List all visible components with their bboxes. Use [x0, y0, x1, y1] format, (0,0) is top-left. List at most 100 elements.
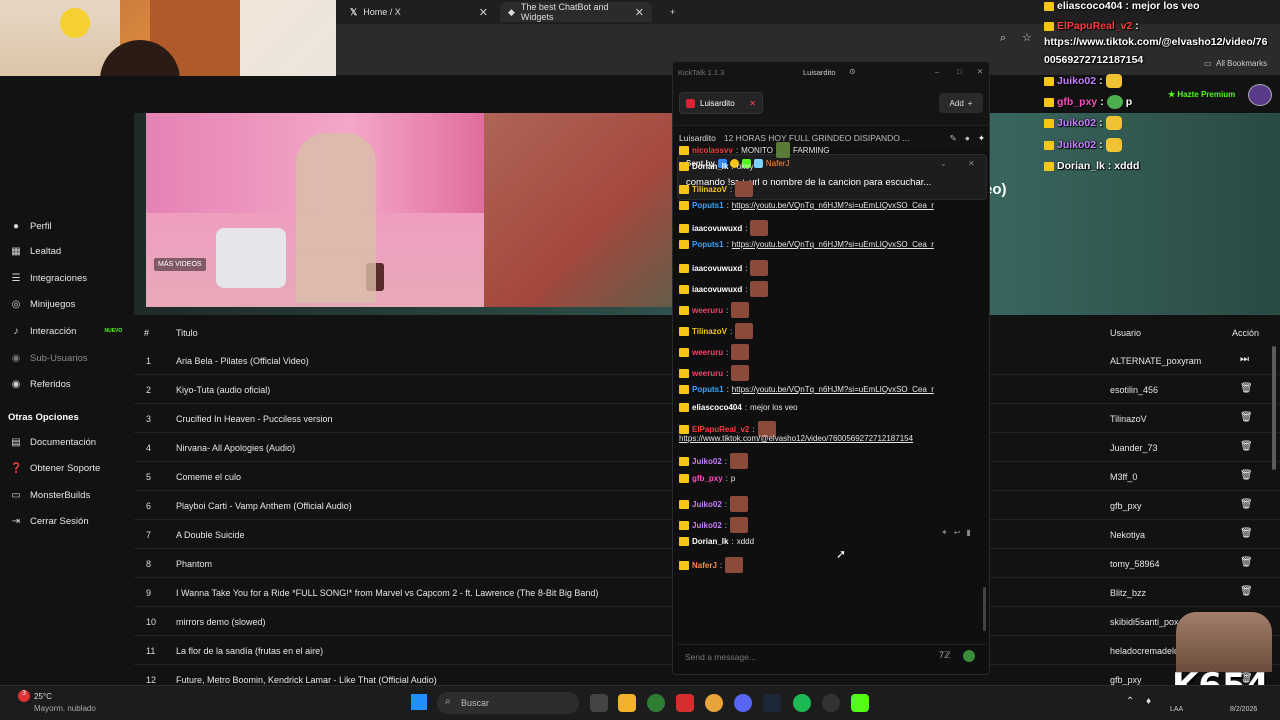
skip-icon[interactable]: ⏭ [1240, 354, 1249, 365]
delete-icon[interactable]: 🗑 [1240, 412, 1253, 423]
chat-message[interactable]: weeruru: [679, 302, 750, 318]
tab-chatbot[interactable]: ◆ The best ChatBot and Widgets ✕ [500, 2, 652, 22]
delete-icon[interactable]: 🗑 [1240, 586, 1253, 597]
spotify-icon[interactable] [793, 694, 811, 712]
delete-icon[interactable]: 🗑 [1240, 470, 1253, 481]
avatar[interactable] [1248, 84, 1272, 106]
close-tab-icon[interactable]: ✕ [749, 99, 756, 108]
zoom-icon[interactable]: ⌕ [1000, 32, 1006, 45]
chat-link[interactable]: https://youtu.be/VQnTq_n6HJM?si=uEmLIQvx… [732, 385, 934, 394]
close-tab-icon[interactable]: ✕ [479, 6, 488, 19]
chat-username[interactable]: TilinazoV [692, 185, 727, 194]
chat-input[interactable]: Send a message... 7ℤ [677, 644, 987, 668]
chat-message[interactable]: iaacovuwuxd: [679, 281, 769, 297]
kick-icon[interactable] [851, 694, 869, 712]
hazte-premium-link[interactable]: ★ Hazte Premium [1168, 90, 1235, 99]
chat-scrollbar[interactable] [983, 587, 986, 631]
chat-username[interactable]: weeruru [692, 348, 723, 357]
delete-icon[interactable]: 🗑 [1240, 499, 1253, 510]
sidebar-item-cerrar-sesion[interactable]: ⇥ Cerrar Sesión [10, 512, 89, 530]
task-view-icon[interactable] [590, 694, 608, 712]
sidebar-item-referidos[interactable]: ◉ Referidos [10, 375, 71, 393]
unpin-icon[interactable]: ✕ [968, 159, 975, 168]
maximize-icon[interactable]: □ [957, 67, 962, 76]
sidebar-item-interaccion[interactable]: ♪ Interacción NUEVO [10, 322, 123, 340]
file-explorer-icon[interactable] [618, 694, 636, 712]
chat-username[interactable]: nicolassvv [692, 146, 733, 155]
close-icon[interactable]: ✕ [977, 67, 983, 76]
obs-icon[interactable] [822, 694, 840, 712]
close-tab-icon[interactable]: ✕ [635, 6, 644, 19]
chat-message[interactable]: Poputs1: https://youtu.be/VQnTq_n6HJM?si=… [679, 201, 934, 210]
chat-username[interactable]: iaacovuwuxd [692, 264, 742, 273]
chat-tab-luisardito[interactable]: Luisardito ✕ [679, 92, 763, 114]
chat-username[interactable]: Juiko02 [692, 500, 722, 509]
tray-chevron-icon[interactable]: ⌃ [1126, 696, 1134, 707]
more-videos-label[interactable]: MÁS VIDEOS [154, 258, 206, 271]
sidebar-item-soporte[interactable]: ❓ Obtener Soporte [10, 459, 100, 477]
chat-message[interactable]: Juiko02: [679, 496, 749, 512]
steam-icon[interactable] [763, 694, 781, 712]
video-player[interactable] [146, 113, 484, 307]
delete-icon[interactable]: 🗑 [1240, 441, 1253, 452]
chat-username[interactable]: Dorian_lk [692, 537, 728, 546]
sidebar-item-monsterbuilds[interactable]: ▭ MonsterBuilds [10, 486, 90, 504]
minimize-icon[interactable]: – [935, 67, 939, 76]
chat-username[interactable]: Poputs1 [692, 240, 724, 249]
weather-temp[interactable]: 25°C [34, 692, 52, 701]
chat-message[interactable]: eliascoco404: mejor los veo [679, 403, 798, 412]
chat-username[interactable]: iaacovuwuxd [692, 224, 742, 233]
chat-username[interactable]: NaferJ [692, 561, 717, 570]
chrome-icon[interactable] [705, 694, 723, 712]
sidebar-item-integraciones[interactable]: ☰ Integraciones [10, 269, 88, 287]
sidebar-item-sub-usuarios[interactable]: ◉ Sub-Usuarios [10, 349, 88, 367]
chat-message[interactable]: Poputs1: https://youtu.be/VQnTq_n6HJM?si=… [679, 240, 934, 249]
pin-icon[interactable]: ✦ [941, 528, 948, 537]
language-indicator[interactable]: LAA [1170, 706, 1183, 713]
chat-link[interactable]: https://youtu.be/VQnTq_n6HJM?si=uEmLIQvx… [732, 240, 934, 249]
taskbar-search[interactable]: ⌕ Buscar [437, 692, 579, 714]
add-chat-button[interactable]: Add + [939, 93, 983, 113]
chat-username[interactable]: weeruru [692, 306, 723, 315]
edit-icon[interactable]: ✎ [950, 133, 957, 144]
emoji-picker-icon[interactable] [963, 650, 975, 662]
sidebar-item-perfil[interactable]: ● Perfil [10, 217, 52, 235]
table-scrollbar[interactable] [1272, 346, 1276, 470]
delete-icon[interactable]: 🗑 [1240, 557, 1253, 568]
app-icon[interactable] [676, 694, 694, 712]
date-display[interactable]: 8/2/2026 [1230, 706, 1257, 713]
chat-message[interactable]: TilinazoV: [679, 323, 754, 339]
chat-username[interactable]: eliascoco404 [692, 403, 742, 412]
delete-icon[interactable]: ▮ [966, 528, 970, 537]
chat-username[interactable]: Poputs1 [692, 385, 724, 394]
chat-link[interactable]: https://www.tiktok.com/@elvasho12/video/… [679, 434, 913, 443]
chat-username[interactable]: Juiko02 [692, 457, 722, 466]
chat-username[interactable]: Dorian_lk [692, 162, 728, 171]
chat-username[interactable]: ElPapuReal_v2 [692, 425, 749, 434]
chat-username[interactable]: gfb_pxy [692, 474, 723, 483]
chat-message[interactable]: Dorian_lk: okey [679, 162, 754, 171]
chat-message[interactable]: Dorian_lk: xddd [679, 537, 754, 546]
chat-message[interactable]: NaferJ: [679, 557, 744, 573]
user-icon[interactable]: ● [965, 133, 970, 143]
delete-icon[interactable]: 🗑 [1240, 383, 1253, 394]
mic-icon[interactable]: ♦ [1146, 696, 1151, 707]
chat-message[interactable]: nicolassvv: MONITO FARMING [679, 142, 829, 158]
chat-link[interactable]: https://youtu.be/VQnTq_n6HJM?si=uEmLIQvx… [732, 201, 934, 210]
pin-icon[interactable]: ✦ [978, 133, 985, 144]
sidebar-item-minijuegos[interactable]: ◎ Minijuegos [10, 295, 76, 313]
bookmark-star-icon[interactable]: ☆ [1022, 31, 1032, 44]
chevron-down-icon[interactable]: ⌄ [940, 159, 947, 168]
chat-username[interactable]: iaacovuwuxd [692, 285, 742, 294]
chat-message[interactable]: TilinazoV: [679, 181, 754, 197]
tab-home-x[interactable]: 𝕏 Home / X ✕ [342, 2, 496, 22]
settings-icon[interactable]: ⚙ [849, 67, 856, 76]
delete-icon[interactable]: 🗑 [1240, 528, 1253, 539]
windows-start-icon[interactable] [411, 694, 427, 710]
discord-icon[interactable] [734, 694, 752, 712]
chat-message[interactable]: Juiko02: [679, 517, 749, 533]
emote-icon[interactable]: 7ℤ [939, 650, 951, 661]
chat-username[interactable]: Poputs1 [692, 201, 724, 210]
sidebar-item-documentacion[interactable]: ▤ Documentación [10, 433, 96, 451]
chat-message[interactable]: Poputs1: https://youtu.be/VQnTq_n6HJM?si=… [679, 385, 934, 394]
